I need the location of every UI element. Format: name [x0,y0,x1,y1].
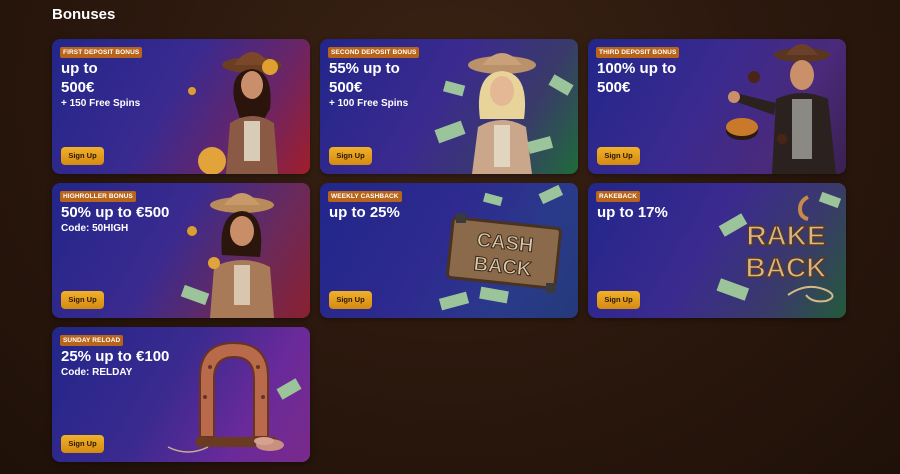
bonus-title: 100% up to 500€ [597,60,677,96]
bonus-badge: SECOND DEPOSIT BONUS [328,47,420,58]
sign-up-button[interactable]: Sign Up [329,147,372,165]
bonus-card-first-deposit[interactable]: FIRST DEPOSIT BONUS up to 500€ + 150 Fre… [52,39,310,174]
bonus-title: 25% up to €100 [61,348,170,365]
bonus-title: up to 500€ [61,60,98,96]
bonus-code: Code: RELDAY [61,367,133,378]
bonus-badge: SUNDAY RELOAD [60,335,124,346]
bonus-card-rakeback[interactable]: RAKE BACK RAKEBACK up to 17% Sign Up [588,183,846,318]
bonus-title: up to 25% [329,204,400,221]
bonus-card-highroller[interactable]: HIGHROLLER BONUS 50% up to €500 Code: 50… [52,183,310,318]
back-text: BACK [746,252,827,283]
bonus-subtitle: + 150 Free Spins [61,98,141,109]
bonus-badge: HIGHROLLER BONUS [60,191,136,202]
bonus-card-third-deposit[interactable]: THIRD DEPOSIT BONUS 100% up to 500€ Sign… [588,39,846,174]
bonus-card-sunday-reload[interactable]: SUNDAY RELOAD 25% up to €100 Code: RELDA… [52,327,310,462]
sign-up-button[interactable]: Sign Up [61,435,104,453]
bonus-badge: RAKEBACK [596,191,640,202]
bonus-card-second-deposit[interactable]: SECOND DEPOSIT BONUS 55% up to 500€ + 10… [320,39,578,174]
sign-up-button[interactable]: Sign Up [329,291,372,309]
bonus-title: up to 17% [597,204,668,221]
sign-up-button[interactable]: Sign Up [61,147,104,165]
bonus-title: 55% up to 500€ [329,60,400,96]
sign-up-button[interactable]: Sign Up [597,147,640,165]
bonus-badge: FIRST DEPOSIT BONUS [60,47,143,58]
section-title: Bonuses [52,6,116,23]
bonus-subtitle: + 100 Free Spins [329,98,409,109]
sign-up-button[interactable]: Sign Up [61,291,104,309]
bonus-title: 50% up to €500 [61,204,170,221]
bonus-card-weekly-cashback[interactable]: CASH BACK WEEKLY CASHBACK up to 25% Sign… [320,183,578,318]
bonus-badge: WEEKLY CASHBACK [328,191,402,202]
bonus-grid: FIRST DEPOSIT BONUS up to 500€ + 150 Fre… [52,39,846,463]
bonus-badge: THIRD DEPOSIT BONUS [596,47,680,58]
rake-text: RAKE [746,220,825,251]
bonus-code: Code: 50HIGH [61,223,129,234]
sign-up-button[interactable]: Sign Up [597,291,640,309]
